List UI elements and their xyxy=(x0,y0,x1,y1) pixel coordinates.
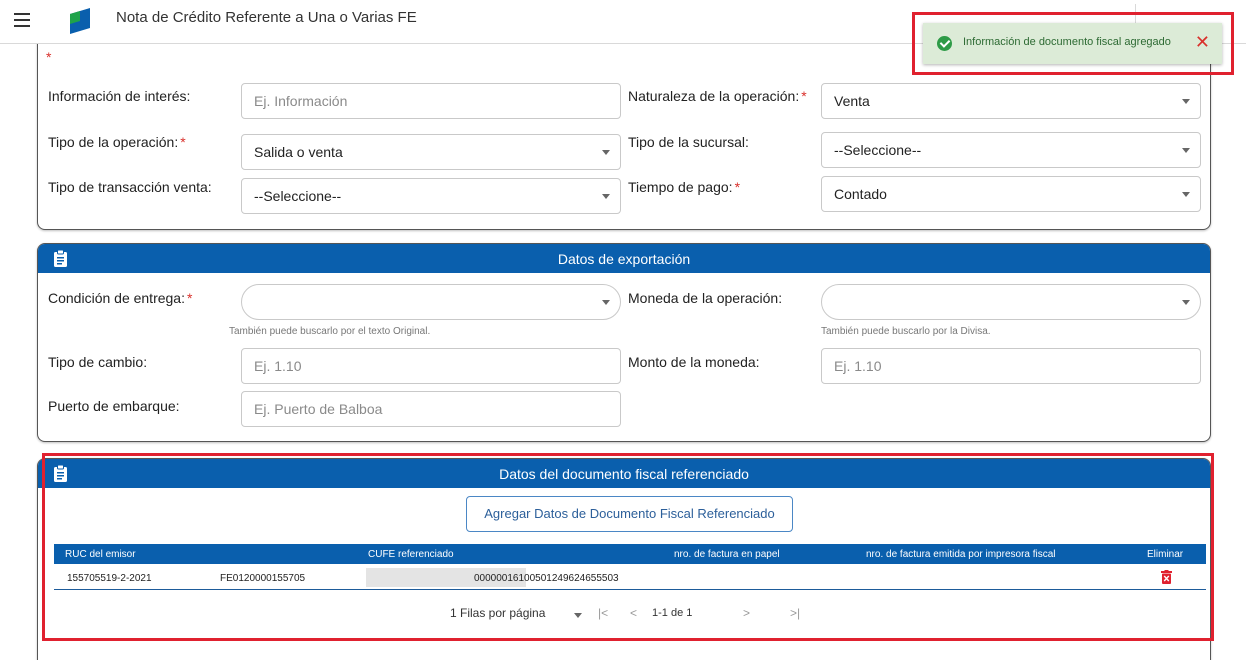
caret-down-icon xyxy=(1182,148,1190,153)
prev-page-button[interactable]: < xyxy=(630,606,637,620)
pagination: 1 Filas por página |< < 1-1 de 1 > >| xyxy=(54,596,1206,632)
cambio-input[interactable]: Ej. 1.10 xyxy=(241,348,621,384)
cambio-label: Tipo de cambio: xyxy=(48,354,148,370)
cell-cufe-start: FE0120000155705 xyxy=(220,573,306,584)
transaccion-select[interactable]: --Seleccione-- xyxy=(241,178,621,214)
required-mark: * xyxy=(46,49,52,65)
col-cufe[interactable]: CUFE referenciado xyxy=(368,549,454,560)
table-header: RUC del emisor CUFE referenciado nro. de… xyxy=(54,544,1206,564)
moneda-label: Moneda de la operación: xyxy=(628,290,783,306)
tipo-op-value: Salida o venta xyxy=(254,144,343,160)
ref-doc-title: Datos del documento fiscal referenciado xyxy=(499,466,749,482)
naturaleza-label: Naturaleza de la operación: * xyxy=(628,88,807,104)
export-header: Datos de exportación xyxy=(38,244,1210,273)
pago-value: Contado xyxy=(834,186,887,202)
tipo-op-select[interactable]: Salida o venta xyxy=(241,134,621,170)
monto-input[interactable]: Ej. 1.10 xyxy=(821,348,1201,384)
page-range: 1-1 de 1 xyxy=(652,607,693,619)
next-page-button[interactable]: > xyxy=(743,606,750,620)
tipo-op-label: Tipo de la operación: * xyxy=(48,134,186,150)
toast-highlight-frame: Información de documento fiscal agregado… xyxy=(912,12,1234,75)
caret-down-icon[interactable] xyxy=(574,613,582,618)
pago-label: Tiempo de pago: * xyxy=(628,179,741,195)
last-page-button[interactable]: >| xyxy=(790,606,800,620)
toast-message: Información de documento fiscal agregado xyxy=(963,36,1171,48)
cell-cufe-end: 00000016100501249624655503 xyxy=(474,573,619,584)
col-delete: Eliminar xyxy=(1147,549,1184,560)
menu-icon[interactable] xyxy=(14,13,30,27)
puerto-label: Puerto de embarque: xyxy=(48,398,180,414)
export-card: Datos de exportación Condición de entreg… xyxy=(37,243,1211,442)
trash-icon[interactable] xyxy=(1161,570,1172,584)
close-icon[interactable]: ✕ xyxy=(1195,32,1210,53)
naturaleza-value: Venta xyxy=(834,93,870,109)
check-circle-icon xyxy=(937,36,952,51)
moneda-hint: También puede buscarlo por la Divisa. xyxy=(821,326,991,337)
col-printer[interactable]: nro. de factura emitida por impresora fi… xyxy=(866,549,1056,560)
col-ruc[interactable]: RUC del emisor xyxy=(65,549,136,560)
add-ref-doc-button[interactable]: Agregar Datos de Documento Fiscal Refere… xyxy=(466,496,793,532)
app-logo-icon xyxy=(70,8,90,34)
sucursal-value: --Seleccione-- xyxy=(834,142,922,158)
pago-select[interactable]: Contado xyxy=(821,176,1201,212)
cell-ruc: 155705519-2-2021 xyxy=(67,573,152,584)
ref-doc-header: Datos del documento fiscal referenciado xyxy=(38,459,1210,488)
condicion-hint: También puede buscarlo por el texto Orig… xyxy=(229,326,431,337)
transaccion-label: Tipo de transacción venta: xyxy=(48,179,212,195)
info-input[interactable]: Ej. Información xyxy=(241,83,621,119)
app-title: Nota de Crédito Referente a Una o Varias… xyxy=(116,9,417,26)
monto-label: Monto de la moneda: xyxy=(628,354,760,370)
caret-down-icon xyxy=(1182,300,1190,305)
condicion-label: Condición de entrega: * xyxy=(48,290,193,306)
info-label: Información de interés: xyxy=(48,88,191,104)
transaccion-value: --Seleccione-- xyxy=(254,188,342,204)
success-toast: Información de documento fiscal agregado… xyxy=(923,23,1222,64)
col-paper[interactable]: nro. de factura en papel xyxy=(674,549,780,560)
export-title: Datos de exportación xyxy=(557,251,691,267)
table-row: 155705519-2-2021 FE0120000155705 0000001… xyxy=(54,566,1206,590)
caret-down-icon xyxy=(602,194,610,199)
caret-down-icon xyxy=(602,150,610,155)
rows-per-page[interactable]: 1 Filas por página xyxy=(450,606,545,620)
sucursal-select[interactable]: --Seleccione-- xyxy=(821,132,1201,168)
caret-down-icon xyxy=(1182,192,1190,197)
caret-down-icon xyxy=(602,300,610,305)
moneda-select[interactable] xyxy=(821,284,1201,320)
sucursal-label: Tipo de la sucursal: xyxy=(628,134,749,150)
naturaleza-select[interactable]: Venta xyxy=(821,83,1201,119)
caret-down-icon xyxy=(1182,99,1190,104)
condicion-select[interactable] xyxy=(241,284,621,320)
puerto-input[interactable]: Ej. Puerto de Balboa xyxy=(241,391,621,427)
first-page-button[interactable]: |< xyxy=(598,606,608,620)
